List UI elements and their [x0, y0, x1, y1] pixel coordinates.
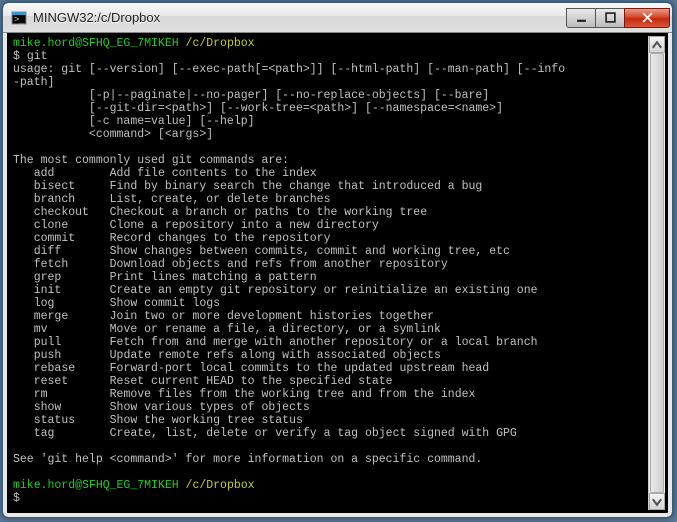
command-name: show [34, 401, 110, 414]
command-desc: Show the working tree status [110, 414, 303, 427]
command-desc: Show commit logs [110, 297, 220, 310]
titlebar[interactable]: >_ MINGW32:/c/Dropbox [3, 3, 672, 33]
usage-line: <command> [<args>] [13, 128, 213, 141]
command-desc: Create an empty git repository or reinit… [110, 284, 538, 297]
command-desc: Forward-port local commits to the update… [110, 362, 490, 375]
command-desc: Download objects and refs from another r… [110, 258, 448, 271]
command-desc: Find by binary search the change that in… [110, 180, 483, 193]
command-name: rebase [34, 362, 110, 375]
command-name: bisect [34, 180, 110, 193]
command-desc: Show various types of objects [110, 401, 310, 414]
prompt-path: /c/Dropbox [179, 479, 255, 492]
scrollbar-thumb[interactable] [650, 53, 664, 493]
window-buttons [567, 8, 670, 28]
command-name: push [34, 349, 110, 362]
close-icon [642, 12, 653, 23]
prompt-path: /c/Dropbox [179, 37, 255, 50]
command-name: status [34, 414, 110, 427]
terminal-body[interactable]: mike.hord@SFHQ_EG_7MIKEH /c/Dropbox $ gi… [3, 33, 672, 517]
command-name: commit [34, 232, 110, 245]
prompt-user-host: mike.hord@SFHQ_EG_7MIKEH [13, 479, 179, 492]
close-button[interactable] [624, 8, 670, 28]
prompt-line: mike.hord@SFHQ_EG_7MIKEH /c/Dropbox [13, 37, 255, 50]
command-name: reset [34, 375, 110, 388]
command-name: log [34, 297, 110, 310]
maximize-button[interactable] [595, 8, 625, 28]
command-desc: Checkout a branch or paths to the workin… [110, 206, 427, 219]
usage-line: [-p|--paginate|--no-pager] [--no-replace… [13, 89, 489, 102]
scroll-down-button[interactable] [649, 493, 665, 510]
command-desc: Clone a repository into a new directory [110, 219, 379, 232]
command-desc: Update remote refs along with associated… [110, 349, 441, 362]
vertical-scrollbar[interactable] [648, 36, 665, 510]
command-name: diff [34, 245, 110, 258]
command-name: checkout [34, 206, 110, 219]
commands-heading: The most commonly used git commands are: [13, 154, 289, 167]
app-icon: >_ [11, 10, 27, 26]
svg-text:>_: >_ [14, 14, 25, 24]
minimize-button[interactable] [566, 8, 596, 28]
command-desc: Reset current HEAD to the specified stat… [110, 375, 393, 388]
command-desc: Add file contents to the index [110, 167, 317, 180]
prompt-user-host: mike.hord@SFHQ_EG_7MIKEH [13, 37, 179, 50]
command-desc: Create, list, delete or verify a tag obj… [110, 427, 517, 440]
command-name: fetch [34, 258, 110, 271]
prompt-line: mike.hord@SFHQ_EG_7MIKEH /c/Dropbox [13, 479, 255, 492]
command-desc: List, create, or delete branches [110, 193, 331, 206]
chevron-down-icon [650, 495, 664, 509]
command-desc: Record changes to the repository [110, 232, 331, 245]
minimize-icon [576, 12, 587, 23]
command-desc: Print lines matching a pattern [110, 271, 317, 284]
scrollbar-track[interactable] [649, 53, 665, 493]
usage-line: [--git-dir=<path>] [--work-tree=<path>] … [13, 102, 503, 115]
command-name: rm [34, 388, 110, 401]
command-name: tag [34, 427, 110, 440]
terminal-window: >_ MINGW32:/c/Dropbox mike.hord@SFHQ_EG_… [2, 2, 673, 518]
usage-line: -path] [13, 76, 54, 89]
entered-command: git [27, 50, 48, 63]
scroll-up-button[interactable] [649, 36, 665, 53]
help-footer: See 'git help <command>' for more inform… [13, 453, 482, 466]
command-name: mv [34, 323, 110, 336]
prompt-dollar: $ [13, 492, 27, 505]
command-desc: Remove files from the working tree and f… [110, 388, 476, 401]
command-desc: Move or rename a file, a directory, or a… [110, 323, 441, 336]
command-name: merge [34, 310, 110, 323]
chevron-up-icon [650, 38, 664, 52]
command-desc: Show changes between commits, commit and… [110, 245, 510, 258]
command-name: clone [34, 219, 110, 232]
prompt-dollar: $ [13, 50, 27, 63]
window-title: MINGW32:/c/Dropbox [33, 10, 567, 25]
maximize-icon [605, 12, 616, 23]
command-desc: Join two or more development histories t… [110, 310, 434, 323]
command-name: grep [34, 271, 110, 284]
command-name: pull [34, 336, 110, 349]
command-name: branch [34, 193, 110, 206]
usage-line: usage: git [--version] [--exec-path[=<pa… [13, 63, 565, 76]
command-desc: Fetch from and merge with another reposi… [110, 336, 538, 349]
usage-line: [-c name=value] [--help] [13, 115, 255, 128]
command-name: add [34, 167, 110, 180]
command-name: init [34, 284, 110, 297]
